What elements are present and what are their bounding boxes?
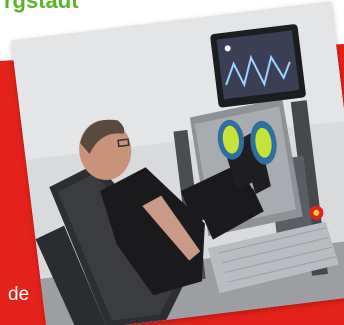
page-heading: rgstadt [4, 0, 79, 13]
caption-partial-text: de [8, 284, 30, 305]
leg-press-photo [11, 1, 344, 325]
photo-illustration [11, 1, 344, 325]
page: rgstadt de [0, 0, 344, 325]
